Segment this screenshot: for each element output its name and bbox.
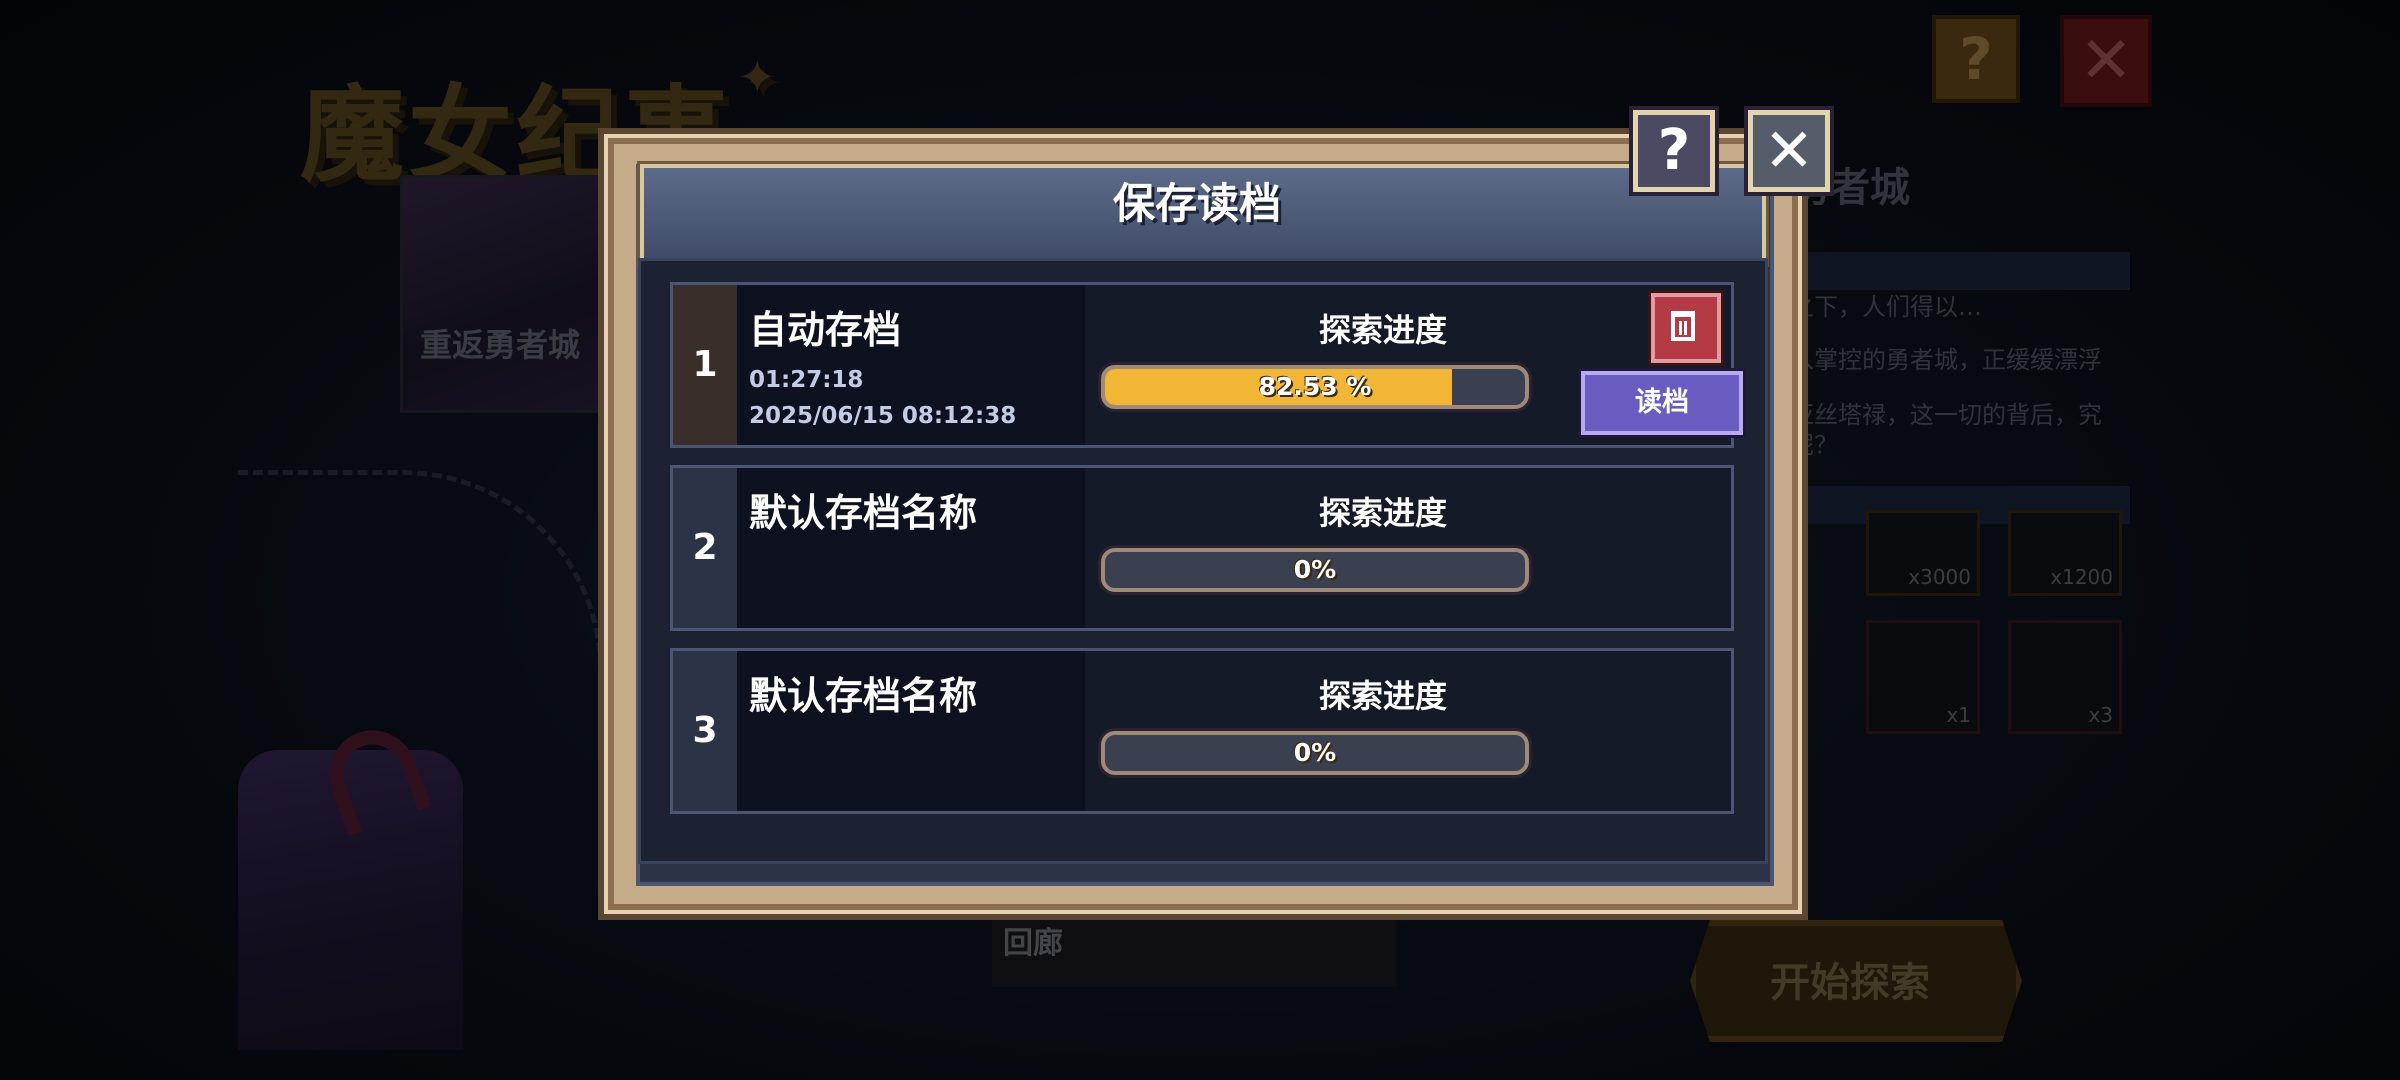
progress-label: 探索进度	[1318, 677, 1447, 715]
progress-bar: 0%	[1101, 548, 1529, 592]
save-slot-3[interactable]: 3 默认存档名称 探索进度 0%	[670, 648, 1734, 814]
load-save-button[interactable]: 读档	[1581, 371, 1743, 435]
slot-number: 3	[673, 651, 737, 811]
slot-play-time: 01:27:18	[749, 367, 864, 393]
save-slot-2[interactable]: 2 默认存档名称 探索进度 0%	[670, 465, 1734, 631]
delete-save-button[interactable]	[1651, 293, 1721, 363]
progress-text: 82.53 %	[1258, 372, 1372, 401]
progress-label: 探索进度	[1318, 311, 1447, 349]
save-slot-1[interactable]: 1 自动存档 01:27:18 2025/06/15 08:12:38 探索进度…	[670, 282, 1743, 448]
slot-number: 1	[673, 285, 737, 445]
slot-name: 自动存档	[749, 308, 902, 352]
close-icon[interactable]: ✕	[1748, 110, 1830, 192]
progress-text: 0%	[1293, 555, 1337, 584]
progress-bar: 82.53 %	[1101, 365, 1529, 409]
progress-text: 0%	[1293, 738, 1337, 767]
dialog-title: 保存读档	[1112, 179, 1281, 228]
progress-bar: 0%	[1101, 731, 1529, 775]
question-icon[interactable]: ?	[1633, 110, 1715, 192]
slot-number: 2	[673, 468, 737, 628]
slot-name: 默认存档名称	[749, 674, 978, 718]
slot-saved-at: 2025/06/15 08:12:38	[749, 403, 1017, 429]
slot-name: 默认存档名称	[749, 491, 978, 535]
progress-label: 探索进度	[1318, 494, 1447, 532]
trash-icon	[1671, 311, 1695, 341]
